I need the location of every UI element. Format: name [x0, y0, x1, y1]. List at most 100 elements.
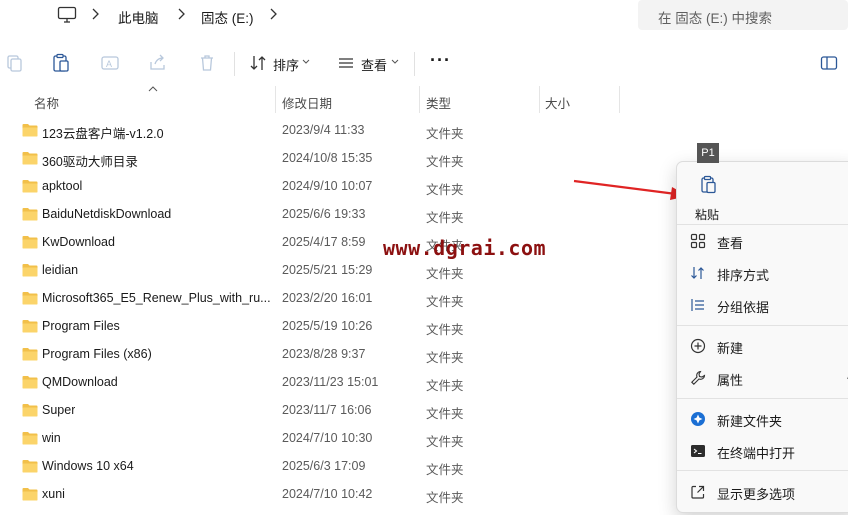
column-header-name[interactable]: 名称 — [34, 93, 59, 112]
column-divider[interactable] — [419, 86, 420, 113]
file-type: 文件夹 — [426, 155, 464, 169]
menu-item-more-options[interactable]: 显示更多选项 — [681, 477, 848, 507]
add-circle-icon — [690, 338, 706, 354]
file-row[interactable]: 123云盘客户端-v1.2.0 2023/9/4 11:33 文件夹 — [0, 117, 680, 145]
file-date: 2024/10/8 15:35 — [282, 151, 373, 165]
chevron-right-icon[interactable] — [176, 7, 186, 21]
arrow-annotation — [573, 179, 688, 200]
sort-icon[interactable] — [249, 53, 267, 73]
file-row[interactable]: QMDownload 2023/11/23 15:01 文件夹 — [0, 369, 680, 397]
menu-item-group-by[interactable]: 分组依据 — [681, 290, 848, 320]
open-external-icon — [691, 485, 705, 499]
file-name: xuni — [42, 487, 65, 501]
column-divider[interactable] — [619, 86, 620, 113]
file-name: 123云盘客户端-v1.2.0 — [42, 127, 164, 141]
menu-item-view[interactable]: 查看 — [681, 226, 848, 256]
menu-item-open-terminal[interactable]: 在终端中打开 — [681, 436, 848, 466]
file-name: Program Files — [42, 319, 120, 333]
more-button[interactable]: ··· — [430, 50, 451, 71]
file-name: Windows 10 x64 — [42, 459, 134, 473]
menu-item-label: 分组依据 — [717, 300, 770, 315]
file-row[interactable]: Program Files 2025/5/19 10:26 文件夹 — [0, 313, 680, 341]
file-type: 文件夹 — [426, 435, 464, 449]
menu-divider — [677, 470, 848, 471]
menu-divider — [677, 325, 848, 326]
sort-button[interactable]: 排序 — [273, 55, 299, 74]
menu-item-label: 在终端中打开 — [717, 446, 796, 461]
breadcrumb-drive-e[interactable]: 固态 (E:) — [201, 7, 254, 27]
file-date: 2024/9/10 10:07 — [282, 179, 373, 193]
share-icon[interactable] — [148, 53, 168, 73]
toolbar-divider — [234, 52, 235, 76]
paste-button[interactable]: 粘贴 — [689, 172, 729, 222]
file-row[interactable]: Windows 10 x64 2025/6/3 17:09 文件夹 — [0, 453, 680, 481]
chevron-right-icon[interactable] — [90, 7, 100, 21]
menu-item-sort-by[interactable]: 排序方式 — [681, 258, 848, 288]
column-divider[interactable] — [539, 86, 540, 113]
file-date: 2025/6/6 19:33 — [282, 207, 366, 221]
file-row[interactable]: KwDownload 2025/4/17 8:59 文件夹 — [0, 229, 680, 257]
file-date: 2024/7/10 10:30 — [282, 431, 373, 445]
sort-ascending-icon — [148, 86, 158, 92]
file-name: QMDownload — [42, 375, 118, 389]
folder-icon — [22, 208, 38, 221]
menu-item-new[interactable]: 新建 — [681, 331, 848, 361]
file-date: 2024/7/10 10:42 — [282, 487, 373, 501]
column-header-date[interactable]: 修改日期 — [282, 93, 332, 112]
folder-icon — [22, 264, 38, 277]
chevron-right-icon[interactable] — [268, 7, 278, 21]
column-header-size[interactable]: 大小 — [545, 93, 570, 112]
chevron-down-icon[interactable] — [391, 59, 399, 65]
search-input[interactable]: 在 固态 (E:) 中搜索 — [638, 0, 848, 30]
folder-icon — [22, 376, 38, 389]
chevron-down-icon[interactable] — [302, 59, 310, 65]
menu-divider — [677, 398, 848, 399]
file-row[interactable]: Super 2023/11/7 16:06 文件夹 — [0, 397, 680, 425]
file-date: 2025/5/21 15:29 — [282, 263, 373, 277]
cut-icon[interactable] — [4, 53, 24, 73]
menu-divider — [677, 224, 848, 225]
command-bar: A 排序 查看 ··· — [0, 40, 848, 86]
file-row[interactable]: xuni 2024/7/10 10:42 文件夹 — [0, 481, 680, 509]
menu-item-label: 新建 — [717, 341, 744, 356]
file-type: 文件夹 — [426, 267, 464, 281]
column-header-type[interactable]: 类型 — [426, 93, 451, 112]
file-date: 2023/11/23 15:01 — [282, 375, 379, 389]
details-pane-icon[interactable] — [820, 53, 838, 73]
computer-icon[interactable] — [57, 6, 77, 24]
folder-icon — [22, 180, 38, 193]
file-row[interactable]: 360驱动大师目录 2024/10/8 15:35 文件夹 — [0, 145, 680, 173]
column-divider[interactable] — [275, 86, 276, 113]
view-button[interactable]: 查看 — [361, 55, 387, 74]
file-row[interactable]: win 2024/7/10 10:30 文件夹 — [0, 425, 680, 453]
file-name: BaiduNetdiskDownload — [42, 207, 172, 221]
file-date: 2025/4/17 8:59 — [282, 235, 366, 249]
folder-icon — [22, 236, 38, 249]
folder-icon — [22, 348, 38, 361]
file-type: 文件夹 — [426, 295, 464, 309]
menu-item-properties[interactable]: 属性 A — [681, 363, 848, 393]
file-date: 2023/2/20 16:01 — [282, 291, 373, 305]
file-type: 文件夹 — [426, 379, 464, 393]
file-type: 文件夹 — [426, 407, 464, 421]
file-row[interactable]: BaiduNetdiskDownload 2025/6/6 19:33 文件夹 — [0, 201, 680, 229]
file-row[interactable]: leidian 2025/5/21 15:29 文件夹 — [0, 257, 680, 285]
column-headers: 名称 修改日期 类型 大小 — [0, 86, 848, 114]
delete-icon[interactable] — [197, 53, 217, 73]
file-row[interactable]: Microsoft365_E5_Renew_Plus_with_ru... 202… — [0, 285, 680, 313]
file-name: 360驱动大师目录 — [42, 155, 138, 169]
breadcrumb-this-pc[interactable]: 此电脑 — [118, 7, 159, 27]
file-name: KwDownload — [42, 235, 115, 249]
file-row[interactable]: Program Files (x86) 2023/8/28 9:37 文件夹 — [0, 341, 680, 369]
folder-icon — [22, 488, 38, 501]
svg-text:A: A — [106, 59, 112, 69]
file-type: 文件夹 — [426, 183, 464, 197]
menu-item-new-folder[interactable]: 新建文件夹 — [681, 404, 848, 434]
file-name: apktool — [42, 179, 83, 193]
rename-icon[interactable]: A — [100, 53, 120, 73]
paste-icon[interactable] — [51, 53, 71, 73]
file-date: 2023/11/7 16:06 — [282, 403, 372, 417]
terminal-icon — [691, 445, 705, 457]
view-icon[interactable] — [337, 53, 355, 73]
file-type: 文件夹 — [426, 323, 464, 337]
